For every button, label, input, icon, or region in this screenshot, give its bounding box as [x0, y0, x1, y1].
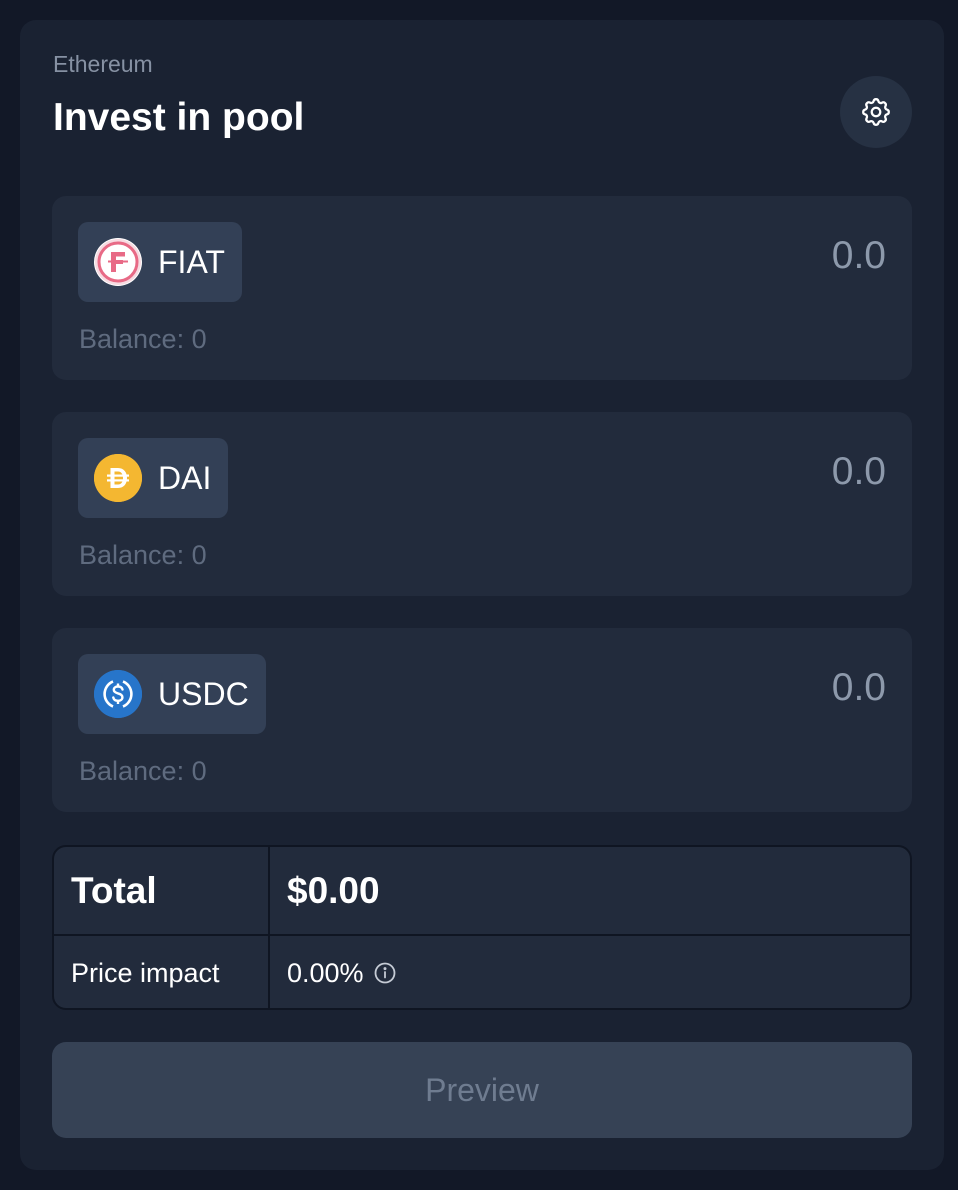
invest-card: Ethereum Invest in pool FIAT Balance: 0: [20, 20, 944, 1170]
page-title: Invest in pool: [53, 96, 305, 139]
token-select-fiat[interactable]: FIAT: [78, 222, 242, 302]
token-select-usdc[interactable]: USDC: [78, 654, 266, 734]
price-impact-label: Price impact: [54, 936, 270, 1008]
balance-label: Balance: 0: [79, 324, 207, 354]
preview-button[interactable]: Preview: [52, 1042, 912, 1138]
token-select-dai[interactable]: DAI: [78, 438, 229, 518]
network-label: Ethereum: [53, 51, 153, 77]
total-label: Total: [54, 847, 270, 934]
token-symbol: FIAT: [158, 243, 225, 280]
fiat-token-icon: [94, 238, 142, 286]
token-row-fiat: FIAT Balance: 0: [52, 196, 912, 380]
balance-label: Balance: 0: [79, 756, 207, 786]
token-symbol: USDC: [158, 675, 249, 712]
amount-input-dai[interactable]: [586, 450, 886, 494]
settings-button[interactable]: [840, 76, 912, 148]
price-impact-value: 0.00%: [287, 957, 364, 988]
info-icon[interactable]: [373, 961, 397, 985]
dai-token-icon: [94, 454, 142, 502]
token-row-usdc: USDC Balance: 0: [52, 628, 912, 812]
amount-input-usdc[interactable]: [586, 666, 886, 710]
token-row-dai: DAI Balance: 0: [52, 412, 912, 596]
balance-label: Balance: 0: [79, 540, 207, 570]
gear-icon: [859, 95, 893, 129]
amount-input-fiat[interactable]: [586, 234, 886, 278]
summary-table: Total $0.00 Price impact 0.00%: [52, 845, 912, 1010]
price-impact-cell: 0.00%: [270, 936, 910, 1008]
price-impact-row: Price impact 0.00%: [54, 936, 910, 1008]
total-value: $0.00: [287, 869, 380, 911]
usdc-token-icon: [94, 670, 142, 718]
token-symbol: DAI: [158, 459, 212, 496]
total-row: Total $0.00: [54, 847, 910, 936]
